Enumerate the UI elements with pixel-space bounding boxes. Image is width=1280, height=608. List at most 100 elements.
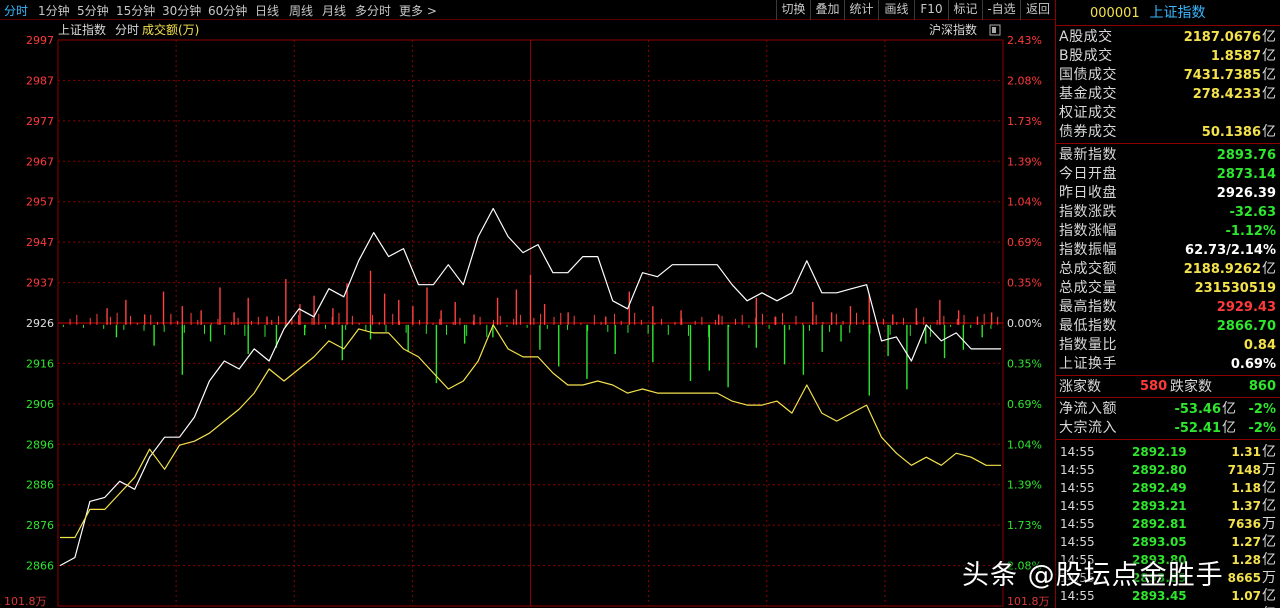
y-tick-label-left: 2916 [26,357,54,370]
stat-label: 指数量比 [1059,337,1117,353]
tick-volume-number: 1.28 [1231,553,1261,567]
tick-volume-number: 7148 [1227,463,1261,477]
y-tick-label-left: 2937 [26,277,54,290]
decliners-label: 跌家数 [1170,379,1212,395]
tick-volume-number: 1.07 [1231,589,1261,603]
tick-row[interactable]: 14:55 2892.81 7636万 [1056,515,1280,533]
overlay-button[interactable]: 叠加 [810,0,844,20]
y-tick-label-right: 1.73% [1007,519,1042,532]
stat-label: 指数涨幅 [1059,223,1117,239]
y-tick-label-right: 0.35% [1007,277,1042,290]
stat-value: 1.8587亿 [1211,47,1276,66]
advancers-count: 580 [1140,379,1168,394]
tick-row[interactable]: 14:55 2892.80 7148万 [1056,461,1280,479]
stats-button[interactable]: 统计 [844,0,878,20]
quote-row: 指数涨跌 -32.63 [1056,203,1280,222]
tick-row[interactable]: 14:55 2892.49 1.18亿 [1056,479,1280,497]
y-tick-label-right: 0.35% [1007,357,1042,370]
fund-flow-pct: -2% [1248,402,1276,417]
tab-30min[interactable]: 30分钟 [162,2,201,19]
stat-value: 2929.43 [1217,298,1276,317]
quote-row: 总成交量 231530519 [1056,279,1280,298]
back-button[interactable]: 返回 [1020,0,1055,20]
switch-button[interactable]: 切换 [776,0,810,20]
index-code: 000001 [1090,6,1140,21]
y-tick-label-left: 2876 [26,519,54,532]
stat-number: 1.8587 [1210,49,1261,64]
f10-button[interactable]: F10 [914,0,948,20]
chart-toolbar: 分时 1分钟 5分钟 15分钟 30分钟 60分钟 日线 周线 月线 多分时 更… [0,0,1055,20]
advancers-label: 涨家数 [1059,379,1101,395]
stat-label: 净流入额 [1059,401,1117,417]
stat-label: 最高指数 [1059,299,1117,315]
watermark-text: 头条 @股坛点金胜手 [962,560,1224,591]
stat-label: 大宗流入 [1059,420,1117,436]
quote-row: 指数量比 0.84 [1056,336,1280,355]
tick-row[interactable]: 14:55 2893.05 1.27亿 [1056,533,1280,551]
stat-number: 0.84 [1243,338,1276,353]
tick-price: 2892.49 [1132,481,1187,495]
tick-volume-unit: 亿 [1262,444,1276,460]
quote-row: 指数涨幅 -1.12% [1056,222,1280,241]
tab-intraday[interactable]: 分时 [4,2,28,19]
y-tick-label-left: 2947 [26,236,54,249]
watchlist-button[interactable]: -自选 [982,0,1020,20]
tick-volume-number: 7636 [1227,517,1261,531]
overlay-index-label[interactable]: 沪深指数 [929,22,977,37]
mark-button[interactable]: 标记 [948,0,982,20]
turnover-row: A股成交 2187.0676亿 [1056,28,1280,47]
draw-line-button[interactable]: 画线 [878,0,914,20]
tick-row[interactable]: 14:55 2893.21 1.37亿 [1056,497,1280,515]
tick-row[interactable]: 14:55 2892.19 1.31亿 [1056,443,1280,461]
tick-volume: 7148万 [1228,461,1276,479]
tab-more[interactable]: 更多 > [399,2,437,19]
tick-volume-number: 1.18 [1231,481,1261,495]
tab-15min[interactable]: 15分钟 [116,2,155,19]
y-tick-label-left: 2977 [26,115,54,128]
stat-number: 278.4233 [1192,87,1261,102]
tick-volume: 1.31亿 [1231,443,1276,461]
tick-price: 2892.81 [1132,517,1187,531]
volume-label: 成交额(万) [142,22,199,37]
fund-flow-pct: -2% [1248,421,1276,436]
tick-time: 14:55 [1060,535,1095,549]
stat-unit: 亿 [1262,48,1276,64]
axis-labels: 2997 2987 2977 2967 2957 2947 2937 2926 2916 2906… [26,34,1042,573]
tab-daily[interactable]: 日线 [255,2,279,19]
stat-value: 2893.76 [1217,146,1276,165]
quote-row: 最低指数 2866.70 [1056,317,1280,336]
tick-price: 2892.19 [1132,445,1187,459]
volume-axis-left-label: 101.8万 [4,595,47,608]
stat-label: 总成交量 [1059,280,1117,296]
index-name: 上证指数 [1149,5,1206,21]
stat-value: -53.46亿 [1174,400,1236,419]
stat-value: 278.4233亿 [1193,85,1276,104]
tick-volume-unit: 万 [1262,516,1276,532]
stat-unit: 亿 [1262,261,1276,277]
y-tick-label-right: 1.73% [1007,115,1042,128]
tab-5min[interactable]: 5分钟 [77,2,109,19]
y-tick-label-left: 2967 [26,155,54,168]
stat-label: 上证换手 [1059,356,1117,372]
tab-monthly[interactable]: 月线 [322,2,346,19]
tab-1min[interactable]: 1分钟 [38,2,70,19]
stat-number: 231530519 [1194,281,1276,296]
y-tick-label-right: 0.69% [1007,236,1042,249]
tab-60min[interactable]: 60分钟 [208,2,247,19]
stat-value: -52.41亿 [1174,419,1236,438]
intraday-chart[interactable]: 2997 2987 2977 2967 2957 2947 2937 2926 2916 2906… [0,20,1055,608]
y-tick-label-left: 2987 [26,74,54,87]
tick-time: 14:55 [1060,445,1095,459]
stat-value: 2873.14 [1217,165,1276,184]
turnover-row: 国债成交 7431.7385亿 [1056,66,1280,85]
turnover-row: 债券成交 50.1386亿 [1056,123,1280,142]
y-tick-label-right: 1.04% [1007,196,1042,209]
panel-header: 000001 上证指数 [1056,0,1280,26]
tab-weekly[interactable]: 周线 [289,2,313,19]
tick-volume: 1.37亿 [1231,497,1276,515]
tab-multi-intraday[interactable]: 多分时 [355,2,391,19]
stat-value: 7431.7385亿 [1184,66,1276,85]
quote-row: 最高指数 2929.43 [1056,298,1280,317]
tick-volume-number: 1.37 [1231,499,1261,513]
quote-row: 指数振幅 62.73/2.14% [1056,241,1280,260]
